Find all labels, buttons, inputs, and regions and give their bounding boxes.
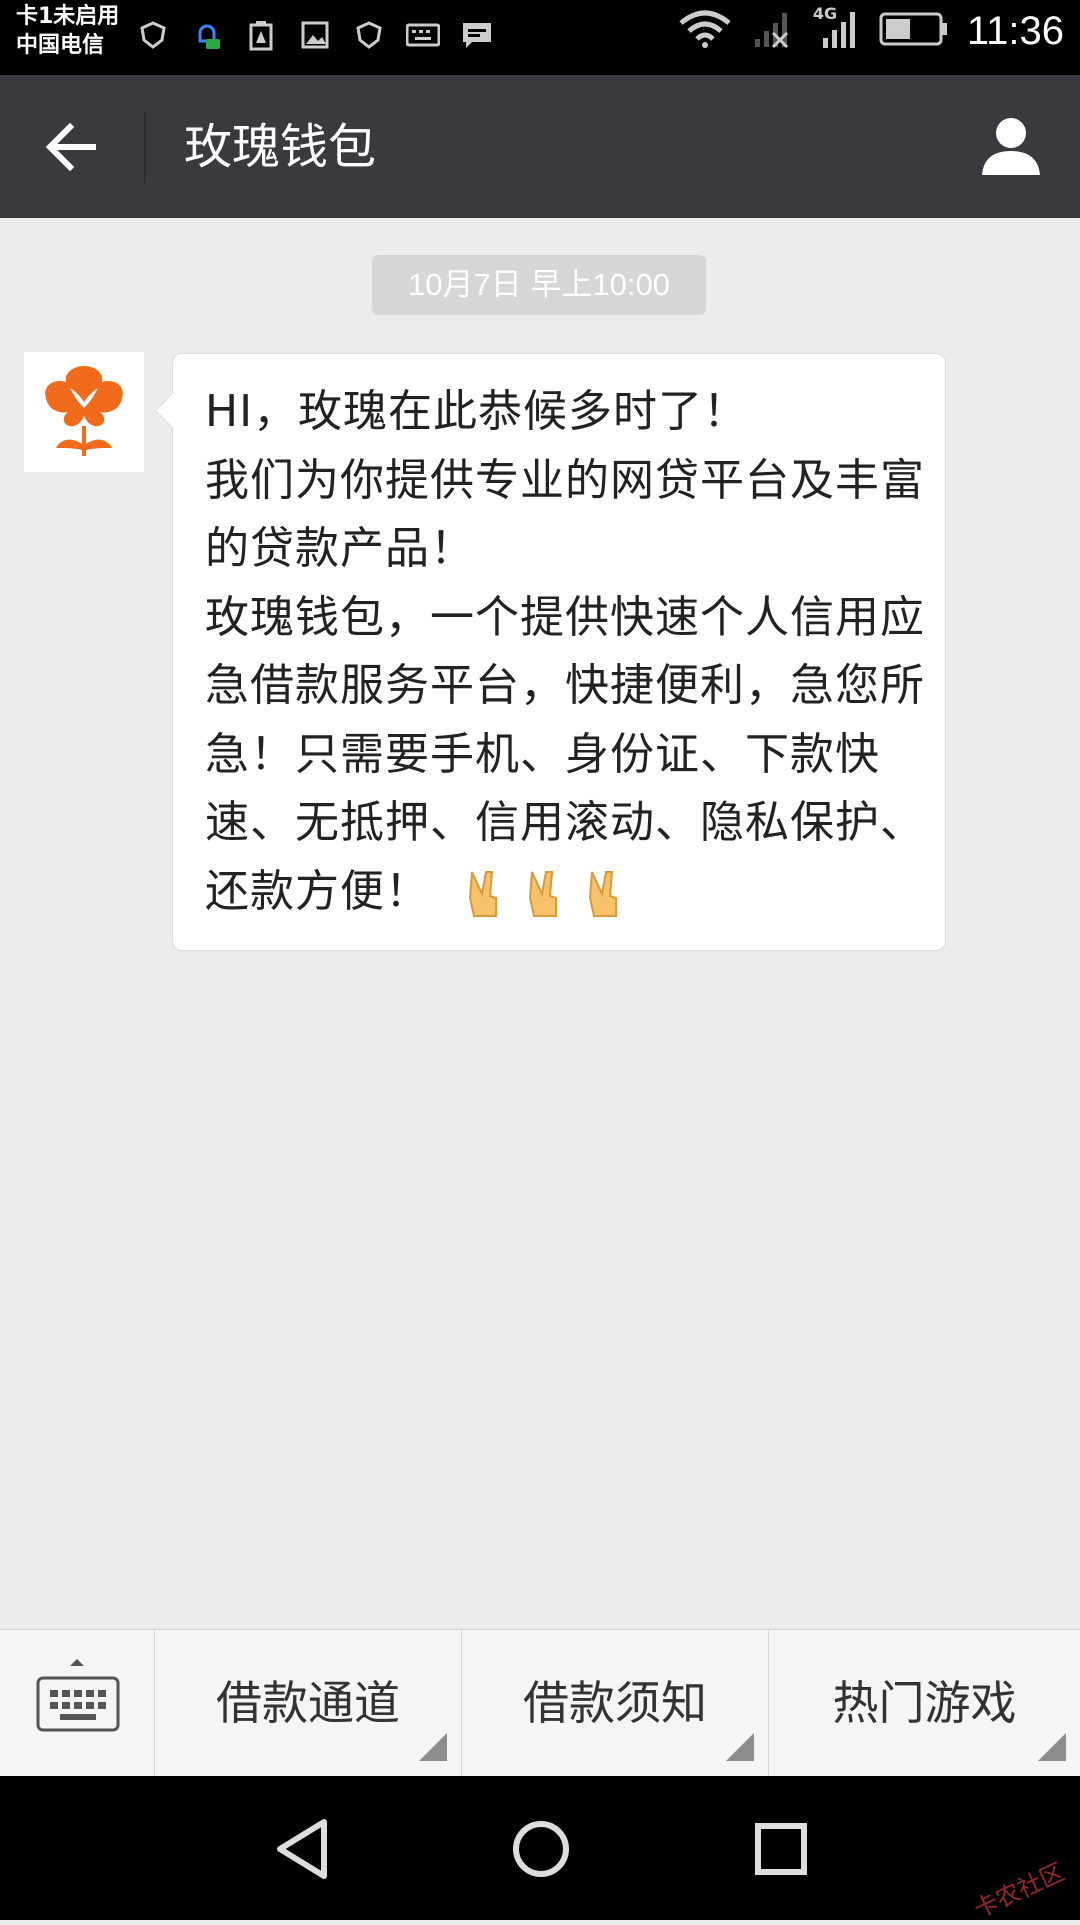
signal-sim1-icon [751, 9, 795, 53]
carrier-info: 卡1未启用 中国电信 [16, 2, 119, 60]
clock: 11:36 [966, 8, 1064, 53]
network-type: 4G [812, 4, 838, 23]
circle-home-icon [513, 1821, 569, 1877]
triangle-back-icon [277, 1819, 327, 1879]
sim-status: 卡1未启用 [16, 4, 120, 29]
message-bubble[interactable]: HI，玫瑰在此恭候多时了！ 我们为你提供专业的网贷平台及丰富的贷款产品！ 玫瑰钱… [172, 353, 946, 951]
keyboard-toggle-button[interactable] [0, 1630, 155, 1777]
profile-button[interactable] [978, 113, 1044, 179]
menu-bar: 借款通道 借款须知 热门游戏 [0, 1629, 1080, 1777]
page-title: 玫瑰钱包 [184, 119, 377, 175]
menu-item-label: 热门游戏 [832, 1676, 1017, 1730]
menu-loan-notice[interactable]: 借款须知 [462, 1630, 769, 1777]
message-text: HI，玫瑰在此恭候多时了！ 我们为你提供专业的网贷平台及丰富的贷款产品！ 玫瑰钱… [205, 378, 929, 926]
submenu-indicator-icon [1038, 1733, 1066, 1761]
menu-loan-channel[interactable]: 借款通道 [155, 1630, 462, 1777]
title-divider [144, 111, 146, 183]
person-icon [982, 118, 1040, 175]
submenu-indicator-icon [726, 1733, 754, 1761]
menu-hot-games[interactable]: 热门游戏 [769, 1630, 1080, 1777]
notification-icons [136, 18, 494, 52]
shield-icon [136, 18, 170, 52]
status-bar: 卡1未启用 中国电信 4G 11:36 [0, 0, 1080, 75]
image-icon [298, 18, 332, 52]
carrier-name: 中国电信 [16, 33, 105, 58]
message-icon [460, 18, 494, 52]
arrow-left-icon [45, 122, 96, 172]
navigation-bar: 卡农社区 [0, 1776, 1080, 1924]
chat-bot-icon [190, 18, 224, 52]
signal-sim2-icon: 4G [813, 4, 861, 54]
menu-item-label: 借款通道 [216, 1676, 400, 1730]
victory-hand-icon [462, 868, 510, 920]
avatar[interactable] [24, 352, 144, 472]
victory-hand-icon [582, 868, 630, 920]
victory-hand-icon [522, 868, 570, 920]
emoji-row [450, 866, 630, 917]
shield-icon [352, 18, 386, 52]
battery-icon [879, 11, 949, 51]
title-bar: 玫瑰钱包 [0, 75, 1080, 218]
keyboard-icon [406, 18, 440, 52]
wifi-icon [677, 9, 733, 53]
battery-warning-icon [244, 18, 278, 52]
rose-logo-icon [45, 366, 123, 456]
menu-item-label: 借款须知 [523, 1676, 707, 1730]
nav-home-button[interactable] [506, 1814, 576, 1884]
system-indicators: 4G 11:36 [677, 4, 1064, 54]
message-timestamp: 10月7日 早上10:00 [372, 255, 706, 315]
keyboard-icon [36, 1659, 120, 1732]
message-body: HI，玫瑰在此恭候多时了！ 我们为你提供专业的网贷平台及丰富的贷款产品！ 玫瑰钱… [205, 386, 925, 917]
square-recents-icon [755, 1823, 807, 1875]
watermark: 卡农社区 [969, 1857, 1069, 1924]
back-button[interactable] [40, 115, 104, 179]
submenu-indicator-icon [419, 1733, 447, 1761]
nav-back-button[interactable] [268, 1814, 338, 1884]
nav-recents-button[interactable] [746, 1814, 816, 1884]
